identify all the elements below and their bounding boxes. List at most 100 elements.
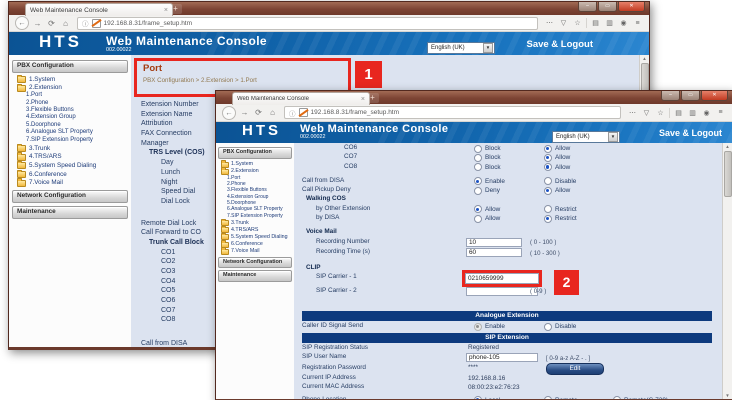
sidebar-item[interactable]: 1.System xyxy=(216,161,294,168)
edit-button[interactable]: Edit xyxy=(546,363,604,375)
radio-option[interactable]: Enable xyxy=(474,323,505,331)
radio-option[interactable]: Allow xyxy=(544,187,570,195)
sidebar-item[interactable]: 3.Trunk xyxy=(9,144,131,153)
sidebar-item[interactable]: 4.TRS/ARS xyxy=(216,226,294,233)
sidebar-item[interactable]: 2.Extension xyxy=(216,168,294,175)
minimize-button[interactable]: – xyxy=(661,91,680,101)
radio-button-unselected[interactable] xyxy=(544,205,552,213)
radio-option[interactable]: Remote(G.729) xyxy=(613,396,668,399)
sidebar-section-header[interactable]: Maintenance xyxy=(218,270,292,282)
sidebar-subitem[interactable]: 3.Flexible Buttons xyxy=(9,107,131,114)
account-icon[interactable]: ◉ xyxy=(701,109,712,117)
radio-button-unselected[interactable] xyxy=(544,396,552,399)
close-button[interactable]: ✕ xyxy=(618,2,645,12)
radio-option[interactable]: Block xyxy=(474,145,501,153)
sidebar-section-header[interactable]: Network Configuration xyxy=(218,257,292,269)
radio-option[interactable]: Allow xyxy=(474,215,500,223)
radio-option[interactable]: Block xyxy=(474,154,501,162)
radio-option[interactable]: Disable xyxy=(544,323,576,331)
sidebar-subitem[interactable]: 7.SIP Extension Property xyxy=(216,213,294,219)
radio-option[interactable]: Enable xyxy=(474,177,505,185)
sidebar-subitem[interactable]: 5.Doorphone xyxy=(9,122,131,129)
new-tab-button[interactable]: + xyxy=(169,4,182,14)
app-menu-icon[interactable]: ≡ xyxy=(632,20,643,27)
text-input[interactable] xyxy=(466,238,522,247)
radio-option[interactable]: Disable xyxy=(544,177,576,185)
radio-button-selected[interactable] xyxy=(544,163,552,171)
radio-button-unselected[interactable] xyxy=(474,215,482,223)
title-bar[interactable]: Web Maintenance Console × + – ▭ ✕ xyxy=(216,91,732,104)
radio-button-unselected[interactable] xyxy=(474,187,482,195)
sidebar-toggle-icon[interactable]: ▥ xyxy=(687,109,698,117)
sidebar-item[interactable]: 5.System Speed Dialing xyxy=(9,161,131,170)
back-icon[interactable]: ← xyxy=(15,16,29,30)
close-button[interactable]: ✕ xyxy=(701,91,728,101)
radio-button-selected[interactable] xyxy=(474,396,482,399)
radio-button-selected[interactable] xyxy=(474,323,482,331)
sidebar-item[interactable]: 6.Conference xyxy=(216,241,294,248)
new-tab-button[interactable]: + xyxy=(366,93,379,103)
text-input[interactable] xyxy=(466,287,538,296)
scroll-up-icon[interactable]: ▲ xyxy=(725,143,729,150)
sidebar-item[interactable]: 4.TRS/ARS xyxy=(9,153,131,162)
radio-button-unselected[interactable] xyxy=(613,396,621,399)
sidebar-item[interactable]: 5.System Speed Dialing xyxy=(216,233,294,240)
radio-button-selected[interactable] xyxy=(544,187,552,195)
radio-button-selected[interactable] xyxy=(544,145,552,153)
language-select[interactable]: English (UK) ▼ xyxy=(427,42,495,54)
sidebar-section-header[interactable]: Network Configuration xyxy=(12,190,128,203)
radio-button-selected[interactable] xyxy=(474,177,482,185)
text-input[interactable] xyxy=(465,273,539,284)
radio-option[interactable]: Block xyxy=(474,163,501,171)
sidebar-item[interactable]: 6.Conference xyxy=(9,170,131,179)
url-bar[interactable]: ⓘ 192.168.8.31/frame_setup.htm xyxy=(284,106,621,119)
info-icon[interactable]: ⓘ xyxy=(82,18,89,28)
forward-icon[interactable]: → xyxy=(32,19,43,28)
sidebar-item[interactable]: 7.Voice Mail xyxy=(216,248,294,255)
maximize-button[interactable]: ▭ xyxy=(681,91,700,101)
maximize-button[interactable]: ▭ xyxy=(598,2,617,12)
sidebar-section-header[interactable]: Maintenance xyxy=(12,206,128,219)
sidebar-subitem[interactable]: 6.Analogue SLT Property xyxy=(9,129,131,136)
home-icon[interactable]: ⌂ xyxy=(267,108,278,117)
sidebar-item[interactable]: 7.Voice Mail xyxy=(9,178,131,187)
library-icon[interactable]: ▤ xyxy=(673,109,684,117)
radio-button-selected[interactable] xyxy=(474,205,482,213)
radio-button-selected[interactable] xyxy=(544,215,552,223)
scroll-down-icon[interactable]: ▼ xyxy=(725,392,729,399)
radio-option[interactable]: Allow xyxy=(544,154,570,162)
radio-button-selected[interactable] xyxy=(544,154,552,162)
sidebar-item[interactable]: 1.System xyxy=(9,75,131,84)
radio-option[interactable]: Restrict xyxy=(544,215,577,223)
url-text[interactable]: 192.168.8.31/frame_setup.htm xyxy=(104,20,193,27)
reload-icon[interactable]: ⟳ xyxy=(46,19,57,28)
radio-button-unselected[interactable] xyxy=(474,145,482,153)
reload-icon[interactable]: ⟳ xyxy=(253,108,264,117)
app-menu-icon[interactable]: ≡ xyxy=(715,109,726,116)
browser-tab[interactable]: Web Maintenance Console × xyxy=(232,92,370,105)
page-actions-icon[interactable]: ⋯ xyxy=(544,19,555,27)
sidebar-subitem[interactable]: 4.Extension Group xyxy=(9,114,131,121)
radio-option[interactable]: Remote xyxy=(544,396,577,399)
library-icon[interactable]: ▤ xyxy=(590,19,601,27)
save-logout-link[interactable]: Save & Logout xyxy=(526,39,593,50)
text-input[interactable] xyxy=(466,248,522,257)
title-bar[interactable]: Web Maintenance Console × + – ▭ ✕ xyxy=(9,2,649,15)
forward-icon[interactable]: → xyxy=(239,108,250,117)
radio-button-unselected[interactable] xyxy=(474,163,482,171)
info-icon[interactable]: ⓘ xyxy=(289,108,296,118)
language-select[interactable]: English (UK) ▼ xyxy=(552,131,620,143)
sidebar-toggle-icon[interactable]: ▥ xyxy=(604,19,615,27)
scroll-up-icon[interactable]: ▲ xyxy=(642,55,646,62)
scrollbar[interactable]: ▲ ▼ xyxy=(722,143,732,399)
sidebar-section-header[interactable]: PBX Configuration xyxy=(12,60,128,73)
radio-option[interactable]: Deny xyxy=(474,187,500,195)
pocket-icon[interactable]: ▽ xyxy=(558,19,569,27)
text-input[interactable] xyxy=(466,353,538,362)
sidebar-item[interactable]: 2.Extension xyxy=(9,84,131,93)
bookmark-star-icon[interactable]: ☆ xyxy=(655,109,666,117)
url-text[interactable]: 192.168.8.31/frame_setup.htm xyxy=(311,109,400,116)
radio-button-unselected[interactable] xyxy=(544,177,552,185)
scrollbar-thumb[interactable] xyxy=(724,151,732,197)
url-bar[interactable]: ⓘ 192.168.8.31/frame_setup.htm xyxy=(77,17,538,30)
